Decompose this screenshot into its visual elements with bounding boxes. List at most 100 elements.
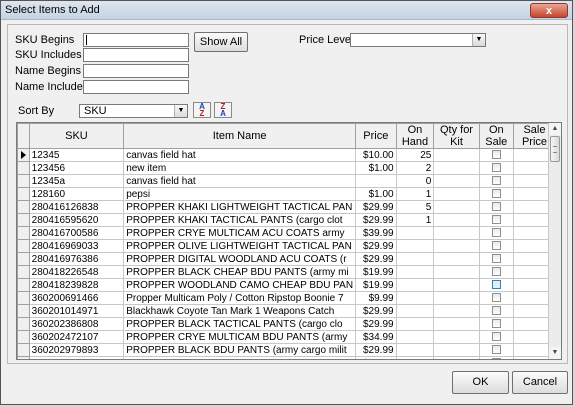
cell-price[interactable]: $29.99 bbox=[355, 317, 397, 331]
on-sale-checkbox[interactable] bbox=[491, 280, 501, 290]
cell-on-sale[interactable] bbox=[478, 239, 514, 253]
table-row[interactable]: 123456 new item $1.00 2 bbox=[17, 161, 561, 175]
on-sale-checkbox[interactable] bbox=[491, 241, 501, 251]
table-row[interactable]: 360200691466 Propper Multicam Poly / Cott… bbox=[17, 291, 561, 305]
table-row[interactable]: 128160 pepsi $1.00 1 bbox=[17, 187, 561, 201]
cell-price[interactable]: $29.99 bbox=[355, 356, 397, 359]
cell-on-hand[interactable]: 25 bbox=[395, 148, 435, 162]
cell-sku[interactable]: 280418239828 bbox=[28, 278, 125, 292]
close-button[interactable]: x bbox=[530, 3, 568, 18]
cell-on-hand[interactable] bbox=[395, 291, 435, 305]
cell-sku[interactable]: 360201014971 bbox=[28, 304, 125, 318]
cell-item-name[interactable]: PROPPER KHAKI LIGHTWEIGHT TACTICAL PAN bbox=[123, 200, 357, 214]
cell-sku[interactable]: 12345a bbox=[28, 174, 125, 188]
cell-on-hand[interactable]: 2 bbox=[395, 161, 435, 175]
cell-qty-for-kit[interactable] bbox=[433, 291, 480, 305]
cell-qty-for-kit[interactable] bbox=[433, 330, 480, 344]
cell-sku[interactable]: 280416700586 bbox=[28, 226, 125, 240]
cell-item-name[interactable]: canvas field hat bbox=[123, 174, 357, 188]
cell-on-sale[interactable] bbox=[478, 148, 514, 162]
on-sale-checkbox[interactable] bbox=[491, 150, 501, 160]
cell-qty-for-kit[interactable] bbox=[433, 187, 480, 201]
cell-on-hand[interactable]: 1 bbox=[395, 213, 435, 227]
cell-qty-for-kit[interactable] bbox=[433, 317, 480, 331]
cell-price[interactable]: $19.99 bbox=[355, 278, 397, 292]
cell-qty-for-kit[interactable] bbox=[433, 239, 480, 253]
cell-on-hand[interactable] bbox=[395, 317, 435, 331]
table-row[interactable]: 360202472107 PROPPER CRYE MULTICAM BDU PA… bbox=[17, 330, 561, 344]
on-sale-checkbox[interactable] bbox=[491, 254, 501, 264]
cell-item-name[interactable]: PROPPER KHAKI TACTICAL PANTS (cargo clot bbox=[123, 213, 357, 227]
scroll-down-icon[interactable]: ▼ bbox=[549, 347, 561, 359]
cell-price[interactable]: $34.99 bbox=[355, 330, 397, 344]
on-sale-checkbox[interactable] bbox=[491, 267, 501, 277]
cell-price[interactable]: $29.99 bbox=[355, 304, 397, 318]
cell-item-name[interactable]: PROPPER GRAY LIGHTWEIGHT TACTICAL PAN bbox=[123, 356, 357, 359]
sku-includes-input[interactable] bbox=[83, 48, 189, 62]
vertical-scrollbar[interactable]: ▲ ▼ bbox=[548, 123, 561, 359]
cell-price[interactable]: $29.99 bbox=[355, 343, 397, 357]
cell-sku[interactable]: 280416976386 bbox=[28, 252, 125, 266]
column-header-qty-for-kit[interactable]: Qty for Kit bbox=[433, 123, 480, 149]
cell-item-name[interactable]: PROPPER DIGITAL WOODLAND ACU COATS (r bbox=[123, 252, 357, 266]
cell-qty-for-kit[interactable] bbox=[433, 200, 480, 214]
cell-item-name[interactable]: PROPPER BLACK CHEAP BDU PANTS (army mi bbox=[123, 265, 357, 279]
sort-by-select[interactable]: SKU ▼ bbox=[79, 104, 188, 118]
cell-on-hand[interactable] bbox=[395, 226, 435, 240]
cell-sku[interactable]: 360202386808 bbox=[28, 317, 125, 331]
cell-price[interactable]: $9.99 bbox=[355, 291, 397, 305]
cell-price[interactable]: $1.00 bbox=[355, 187, 397, 201]
cell-on-hand[interactable] bbox=[395, 265, 435, 279]
show-all-button[interactable]: Show All bbox=[194, 32, 248, 52]
cell-on-sale[interactable] bbox=[478, 174, 514, 188]
cell-price[interactable]: $19.99 bbox=[355, 265, 397, 279]
cell-on-hand[interactable]: 1 bbox=[395, 187, 435, 201]
cell-sku[interactable]: 360203026352 bbox=[28, 356, 125, 359]
column-header-sku[interactable]: SKU bbox=[28, 123, 125, 149]
price-level-select[interactable]: ▼ bbox=[350, 33, 486, 47]
cell-item-name[interactable]: canvas field hat bbox=[123, 148, 357, 162]
column-header-item-name[interactable]: Item Name bbox=[123, 123, 357, 149]
cell-qty-for-kit[interactable] bbox=[433, 226, 480, 240]
table-row[interactable]: 12345 canvas field hat $10.00 25 bbox=[17, 148, 561, 162]
cell-price[interactable]: $29.99 bbox=[355, 252, 397, 266]
cell-on-sale[interactable] bbox=[478, 187, 514, 201]
cell-item-name[interactable]: PROPPER OLIVE LIGHTWEIGHT TACTICAL PAN bbox=[123, 239, 357, 253]
cell-price[interactable]: $29.99 bbox=[355, 213, 397, 227]
column-header-on-sale[interactable]: On Sale bbox=[478, 123, 514, 149]
cell-on-hand[interactable] bbox=[395, 252, 435, 266]
on-sale-checkbox[interactable] bbox=[491, 293, 501, 303]
cell-price[interactable]: $29.99 bbox=[355, 239, 397, 253]
on-sale-checkbox[interactable] bbox=[491, 319, 501, 329]
column-header-price[interactable]: Price bbox=[355, 123, 397, 149]
cell-on-sale[interactable] bbox=[478, 356, 514, 359]
cell-on-sale[interactable] bbox=[478, 291, 514, 305]
scrollbar-thumb[interactable] bbox=[550, 136, 560, 162]
cell-on-sale[interactable] bbox=[478, 226, 514, 240]
cell-on-sale[interactable] bbox=[478, 317, 514, 331]
cell-sku[interactable]: 280418226548 bbox=[28, 265, 125, 279]
sku-begins-input[interactable] bbox=[83, 33, 189, 47]
cell-on-sale[interactable] bbox=[478, 278, 514, 292]
cell-on-hand[interactable] bbox=[395, 343, 435, 357]
column-header-on-hand[interactable]: On Hand bbox=[395, 123, 435, 149]
cell-qty-for-kit[interactable] bbox=[433, 161, 480, 175]
cell-sku[interactable]: 360200691466 bbox=[28, 291, 125, 305]
table-row[interactable]: 360202979893 PROPPER BLACK BDU PANTS (arm… bbox=[17, 343, 561, 357]
on-sale-checkbox[interactable] bbox=[491, 202, 501, 212]
table-row[interactable]: 360201014971 Blackhawk Coyote Tan Mark 1 … bbox=[17, 304, 561, 318]
sort-ascending-icon[interactable]: AZ bbox=[193, 102, 211, 118]
cell-qty-for-kit[interactable] bbox=[433, 278, 480, 292]
cell-price[interactable]: $39.99 bbox=[355, 226, 397, 240]
cell-qty-for-kit[interactable] bbox=[433, 252, 480, 266]
table-row[interactable]: 360203026352PROPPER GRAY LIGHTWEIGHT TAC… bbox=[17, 356, 561, 359]
table-row[interactable]: 280418226548 PROPPER BLACK CHEAP BDU PANT… bbox=[17, 265, 561, 279]
scroll-up-icon[interactable]: ▲ bbox=[549, 123, 561, 135]
cell-sku[interactable]: 360202472107 bbox=[28, 330, 125, 344]
cell-price[interactable]: $1.00 bbox=[355, 161, 397, 175]
on-sale-checkbox[interactable] bbox=[491, 163, 501, 173]
cell-item-name[interactable]: new item bbox=[123, 161, 357, 175]
cell-on-sale[interactable] bbox=[478, 343, 514, 357]
cell-on-hand[interactable]: 5 bbox=[395, 200, 435, 214]
table-row[interactable]: 280416126838 PROPPER KHAKI LIGHTWEIGHT TA… bbox=[17, 200, 561, 214]
